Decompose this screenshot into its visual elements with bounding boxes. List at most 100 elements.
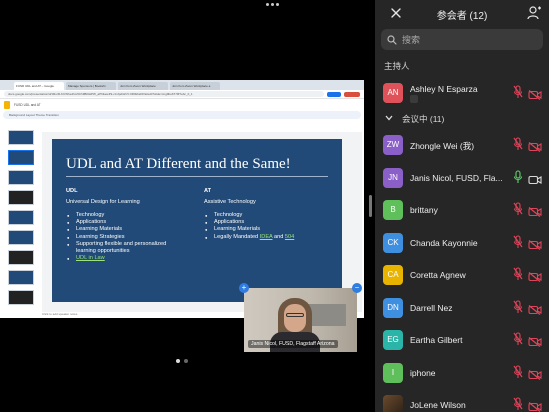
participant-name: Coretta Agnew [410, 270, 466, 280]
share-button[interactable] [327, 91, 341, 97]
udl-in-law-link[interactable]: UDL in Law [76, 255, 105, 261]
participant-name: Janis Nicol, FUSD, Fla... [410, 172, 503, 183]
camera-off-icon[interactable] [528, 399, 542, 412]
expand-icon[interactable]: + [239, 283, 249, 293]
section-504-link[interactable]: 504 [285, 234, 294, 240]
slide-filmstrip [0, 130, 40, 314]
camera-off-icon[interactable] [528, 367, 542, 380]
camera-off-icon[interactable] [528, 139, 542, 152]
slide-thumbnail[interactable] [8, 190, 34, 205]
participant-row[interactable]: Bbrittany [375, 197, 549, 229]
chevron-down-icon[interactable] [384, 113, 394, 123]
video-person-glasses [286, 313, 304, 317]
participant-row[interactable]: JN Janis Nicol, FUSD, Fla... [375, 165, 549, 197]
list-item-text: Legally Mandated [214, 233, 260, 240]
doc-title[interactable]: FUSD UDL and AT [14, 103, 41, 107]
participant-row[interactable]: Iiphone [375, 360, 549, 392]
add-person-icon[interactable] [526, 5, 542, 21]
mic-muted-icon[interactable] [513, 85, 523, 99]
slide-thumbnail-selected[interactable] [8, 150, 34, 165]
mic-muted-icon[interactable] [513, 397, 523, 411]
list-item: Applications [204, 219, 294, 226]
participant-row[interactable]: AN Ashley N Esparza [375, 80, 549, 112]
slide-thumbnail[interactable] [8, 230, 34, 245]
avatar: I [383, 362, 403, 383]
participant-row[interactable]: ZW Zhongle Wei (我) [375, 132, 549, 164]
slide-thumbnail[interactable] [8, 130, 34, 145]
browser-tab[interactable]: Join from Zoom Workplace a [170, 82, 220, 90]
video-tile[interactable]: Janis Nicol, FUSD, Flagstaff Arizona [244, 288, 357, 352]
slide-thumbnail[interactable] [8, 170, 34, 185]
list-item: Learning Materials [66, 226, 166, 233]
slide-thumbnail[interactable] [8, 250, 34, 265]
participant-name: Eartha Gilbert [410, 335, 463, 345]
avatar [383, 395, 403, 412]
mic-icon[interactable] [513, 169, 523, 184]
mic-muted-icon[interactable] [513, 234, 523, 249]
camera-off-icon[interactable] [528, 204, 542, 217]
participant-row[interactable]: CK Chanda Kayonnie [375, 230, 549, 262]
browser-tab[interactable]: Manage Sponsors | Bookshi [66, 82, 116, 90]
finish-update-button[interactable] [344, 91, 360, 97]
browser-url-bar: docs.google.com/presentation/d/1RurR-KCW… [0, 90, 364, 99]
slides-header: FUSD UDL and AT [0, 99, 364, 111]
browser-tab-strip: FUSD UDL and AT – Google Manage Sponsors… [0, 80, 364, 90]
camera-off-icon[interactable] [528, 334, 542, 347]
participant-row[interactable]: EG Eartha Gilbert [375, 327, 549, 359]
camera-off-icon[interactable] [528, 237, 542, 250]
url-field[interactable]: docs.google.com/presentation/d/1RurR-KCW… [4, 91, 324, 97]
slide-thumbnail[interactable] [8, 210, 34, 225]
mic-muted-icon[interactable] [513, 364, 523, 379]
participants-panel: 参会者 (12) 主持人 会议中 (11) AN Ashley N Esparza… [375, 0, 549, 412]
page-indicator[interactable] [176, 359, 188, 363]
speaker-notes[interactable]: Click to add speaker notes [42, 312, 77, 316]
list-item-text: learning opportunities [76, 248, 130, 255]
camera-icon[interactable] [528, 172, 542, 184]
list-item-text: and [272, 233, 285, 240]
participant-name: Chanda Kayonnie [410, 237, 478, 248]
list-item: Technology [66, 212, 166, 219]
slide-thumbnail[interactable] [8, 290, 34, 305]
mic-muted-icon[interactable] [513, 137, 523, 151]
participant-name: brittany [410, 205, 438, 215]
camera-off-icon[interactable] [528, 87, 542, 100]
slide-title: UDL and AT Different and the Same! [66, 156, 291, 172]
avatar: B [383, 200, 403, 220]
participant-name: JoLene Wilson [410, 400, 466, 410]
mic-muted-icon[interactable] [513, 332, 523, 346]
mic-muted-icon[interactable] [513, 202, 523, 216]
title-divider [66, 176, 328, 177]
host-section-label: 主持人 [384, 61, 410, 71]
avatar: AN [383, 83, 403, 103]
minimize-icon[interactable]: − [352, 283, 362, 293]
camera-off-icon[interactable] [528, 269, 542, 282]
participant-row[interactable]: CA Coretta Agnew [375, 262, 549, 294]
slide: UDL and AT Different and the Same! UDL U… [52, 139, 342, 302]
list-item: Technology [204, 212, 294, 219]
more-options-dots[interactable] [266, 3, 282, 7]
participant-row[interactable]: DN Darrell Nez [375, 295, 549, 327]
slides-toolbar[interactable]: Background Layout Theme Transition [3, 111, 361, 119]
browser-tab[interactable]: Join from Zoom Workplace [118, 82, 168, 90]
participant-row[interactable]: JoLene Wilson [375, 392, 549, 412]
slide-thumbnail[interactable] [8, 270, 34, 285]
avatar: JN [383, 167, 403, 188]
video-name-label: Janis Nicol, FUSD, Flagstaff Arizona [248, 340, 338, 348]
mic-muted-icon[interactable] [513, 267, 523, 281]
in-meeting-section-label[interactable]: 会议中 (11) [402, 113, 444, 125]
idea-link[interactable]: IDEA [260, 234, 273, 240]
mic-muted-icon[interactable] [513, 299, 523, 314]
panel-resize-handle[interactable] [369, 195, 372, 217]
participant-name: iphone [410, 367, 436, 378]
search-box [381, 29, 543, 50]
camera-off-icon[interactable] [528, 302, 542, 315]
participant-name: Zhongle Wei (我) [410, 141, 475, 151]
participant-name: Ashley N Esparza [410, 84, 478, 94]
video-shelf [306, 304, 346, 326]
shared-screen: FUSD UDL and AT – Google Manage Sponsors… [0, 80, 364, 318]
browser-tab[interactable]: FUSD UDL and AT – Google [14, 82, 64, 90]
at-subtitle: Assistive Technology [204, 199, 256, 205]
search-input[interactable] [402, 34, 532, 45]
at-list: Technology Applications Learning Materia… [204, 212, 294, 241]
host-badge-icon [410, 95, 418, 103]
